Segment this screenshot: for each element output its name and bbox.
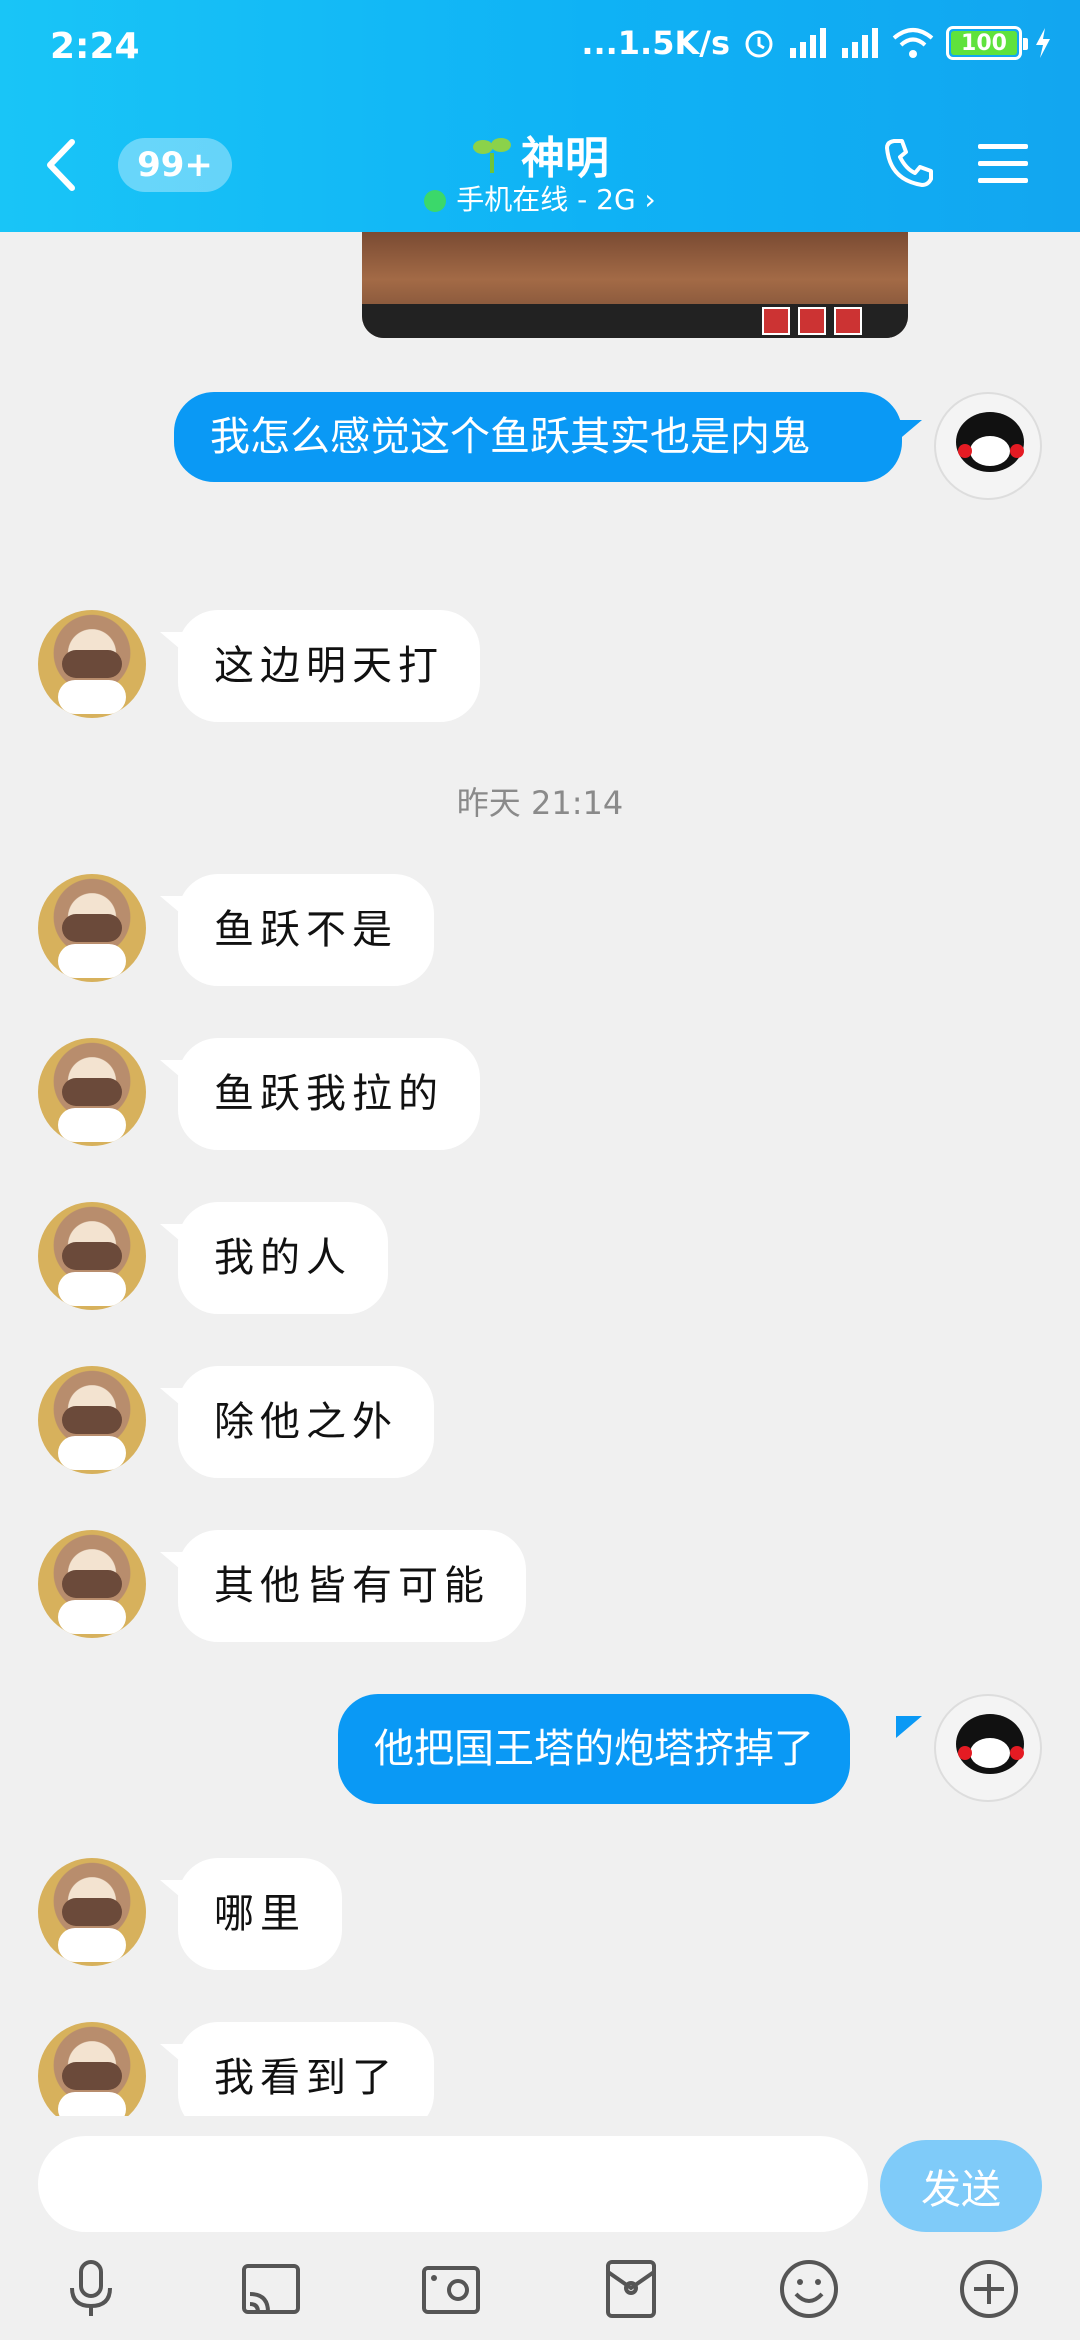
contact-avatar[interactable] bbox=[38, 1366, 146, 1474]
contact-avatar[interactable] bbox=[38, 1202, 146, 1310]
online-dot bbox=[424, 190, 447, 212]
send-button[interactable]: 发送 bbox=[880, 2140, 1042, 2232]
contact-name: 神明 bbox=[521, 133, 609, 184]
charging-icon bbox=[1036, 28, 1050, 58]
my-avatar[interactable] bbox=[934, 392, 1042, 500]
signal-icon bbox=[790, 28, 826, 58]
my-avatar[interactable] bbox=[934, 1694, 1042, 1802]
contact-avatar[interactable] bbox=[38, 1530, 146, 1638]
alarm-icon bbox=[745, 30, 773, 58]
message-bubble-in[interactable]: 其他皆有可能 bbox=[178, 1530, 526, 1642]
contact-avatar[interactable] bbox=[38, 2022, 146, 2130]
wifi-icon bbox=[892, 28, 934, 58]
red-packet-icon[interactable] bbox=[600, 2258, 662, 2320]
timestamp: 昨天 21:14 bbox=[456, 784, 624, 822]
cast-icon[interactable] bbox=[240, 2258, 302, 2320]
message-bubble-in[interactable]: 这边明天打 bbox=[178, 610, 480, 722]
status-time: 2:24 bbox=[50, 26, 140, 67]
message-bubble-out[interactable]: 我怎么感觉这个鱼跃其实也是内鬼 bbox=[174, 392, 902, 482]
chevron-right-icon: › bbox=[635, 183, 656, 216]
message-bubble-in[interactable]: 我的人 bbox=[178, 1202, 388, 1314]
message-bubble-in[interactable]: 除他之外 bbox=[178, 1366, 434, 1478]
sprout-icon bbox=[473, 138, 511, 173]
message-bubble-in[interactable]: 哪里 bbox=[178, 1858, 342, 1970]
plus-icon[interactable] bbox=[958, 2258, 1020, 2320]
message-input[interactable] bbox=[38, 2136, 868, 2232]
message-bubble-out[interactable]: 他把国王塔的炮塔挤掉了 bbox=[338, 1694, 850, 1804]
network-speed: ...1.5K/s bbox=[581, 24, 730, 62]
microphone-icon[interactable] bbox=[60, 2258, 122, 2320]
input-bar: 发送 bbox=[0, 2116, 1080, 2340]
emoji-icon[interactable] bbox=[778, 2258, 840, 2320]
battery-icon: 100 bbox=[946, 26, 1028, 60]
signal-icon-2 bbox=[842, 28, 878, 58]
contact-avatar[interactable] bbox=[38, 1858, 146, 1966]
phone-icon[interactable] bbox=[882, 136, 936, 190]
photo-icon[interactable] bbox=[420, 2258, 482, 2320]
chat-header: 2:24 ...1.5K/s 100 99+ 神明 手机在线 - 2G › bbox=[0, 0, 1080, 232]
contact-avatar[interactable] bbox=[38, 1038, 146, 1146]
status-bar: 2:24 ...1.5K/s 100 bbox=[0, 0, 1080, 96]
message-bubble-in[interactable]: 鱼跃不是 bbox=[178, 874, 434, 986]
menu-icon[interactable] bbox=[978, 142, 1028, 186]
image-message-preview[interactable] bbox=[362, 232, 908, 338]
message-bubble-in[interactable]: 鱼跃我拉的 bbox=[178, 1038, 480, 1150]
contact-avatar[interactable] bbox=[38, 610, 146, 718]
contact-avatar[interactable] bbox=[38, 874, 146, 982]
